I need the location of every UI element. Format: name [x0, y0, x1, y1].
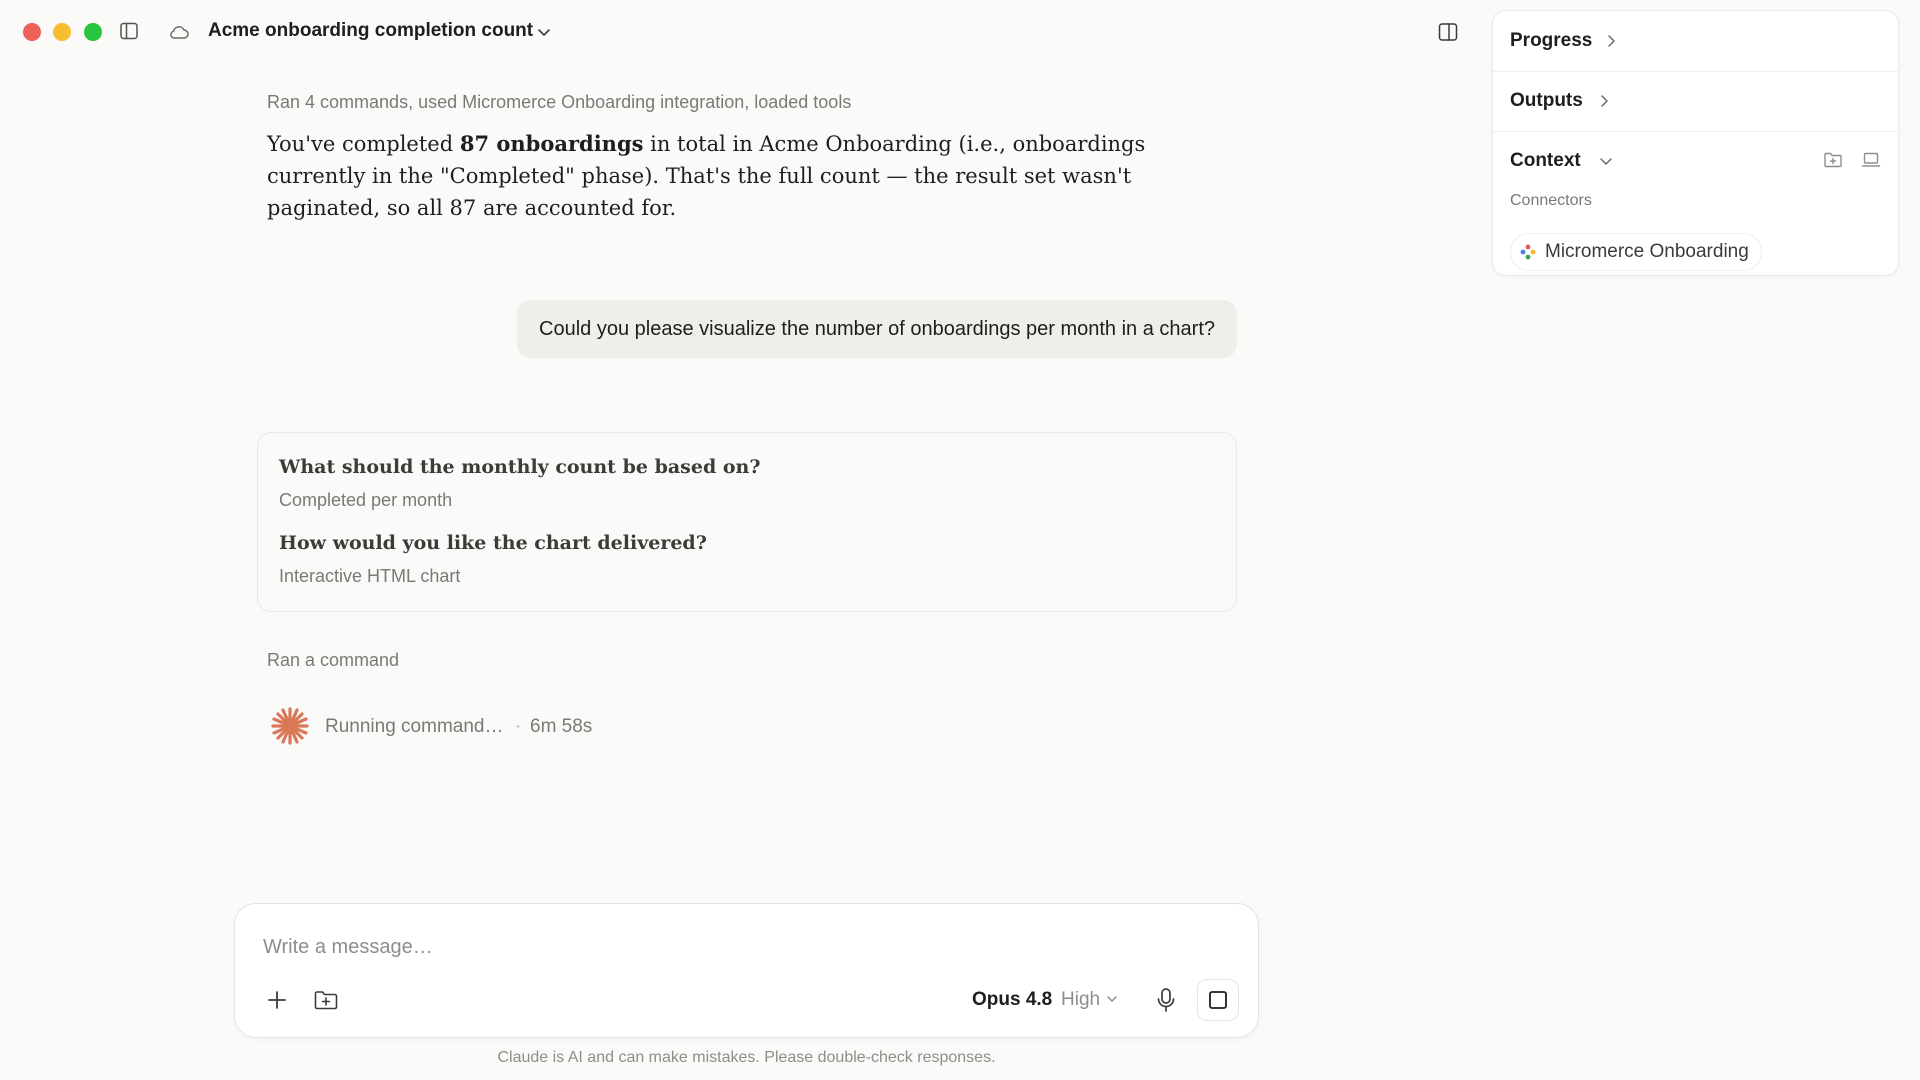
chevron-down-icon — [1600, 158, 1612, 165]
separator-dot: · — [515, 716, 522, 737]
maximize-window-button[interactable] — [84, 23, 102, 41]
disclaimer: Claude is AI and can make mistakes. Plea… — [497, 1049, 996, 1066]
effort-selector[interactable]: High — [1061, 989, 1100, 1011]
elapsed-time: 6m 58s — [530, 716, 593, 737]
answer-text-start: You've completed — [267, 132, 460, 156]
spark-icon — [271, 707, 309, 745]
cloud-icon — [170, 26, 189, 39]
model-selector[interactable]: Opus 4.8 — [972, 989, 1052, 1011]
clarification-answer: Completed per month — [279, 490, 453, 510]
sidebar-toggle-icon[interactable] — [120, 22, 138, 40]
connector-icon — [1520, 244, 1536, 260]
message-input[interactable] — [263, 932, 1163, 962]
context-panel: Progress Outputs Context Connectors Micr… — [1492, 10, 1899, 276]
tools-summary[interactable]: Ran 4 commands, used Micromerce Onboardi… — [267, 92, 851, 113]
chevron-down-icon[interactable] — [536, 24, 552, 40]
folder-icon[interactable] — [1823, 151, 1843, 169]
message-composer: Opus 4.8 High — [234, 903, 1259, 1038]
panel-toggle-icon[interactable] — [1438, 22, 1458, 42]
stop-icon — [1209, 991, 1227, 1009]
chevron-right-icon — [1601, 95, 1608, 107]
connector-chip[interactable]: Micromerce Onboarding — [1510, 233, 1762, 271]
title-bar: Acme onboarding completion count — [0, 0, 1480, 64]
stop-button[interactable] — [1197, 979, 1239, 1021]
progress-section[interactable]: Progress — [1493, 11, 1898, 71]
answer-highlight: 87 onboardings — [459, 131, 644, 156]
clarification-question: How would you like the chart delivered? — [279, 532, 707, 554]
user-message: Could you please visualize the number of… — [517, 300, 1237, 358]
progress-label: Progress — [1510, 30, 1593, 51]
outputs-label: Outputs — [1510, 90, 1583, 111]
clarification-question: What should the monthly count be based o… — [279, 456, 761, 478]
ran-command-toggle[interactable]: Ran a command — [267, 650, 399, 671]
assistant-answer: You've completed 87 onboardings in total… — [267, 128, 1227, 224]
user-message-text: Could you please visualize the number of… — [539, 317, 1215, 340]
microphone-icon[interactable] — [1153, 986, 1179, 1014]
chat-title[interactable]: Acme onboarding completion count — [208, 20, 533, 42]
clarification-card: What should the monthly count be based o… — [257, 432, 1237, 612]
plus-icon[interactable] — [265, 988, 289, 1012]
connectors-label: Connectors — [1510, 192, 1592, 209]
chevron-right-icon — [1608, 35, 1615, 47]
laptop-icon[interactable] — [1861, 151, 1881, 169]
clarification-answer: Interactive HTML chart — [279, 566, 461, 586]
close-window-button[interactable] — [23, 23, 41, 41]
context-label: Context — [1510, 150, 1581, 171]
outputs-section[interactable]: Outputs — [1493, 71, 1898, 131]
folder-add-icon[interactable] — [313, 988, 339, 1012]
connector-name: Micromerce Onboarding — [1545, 241, 1749, 262]
minimize-window-button[interactable] — [53, 23, 71, 41]
chevron-down-icon[interactable] — [1105, 992, 1119, 1006]
running-status: Running command… — [325, 716, 504, 737]
